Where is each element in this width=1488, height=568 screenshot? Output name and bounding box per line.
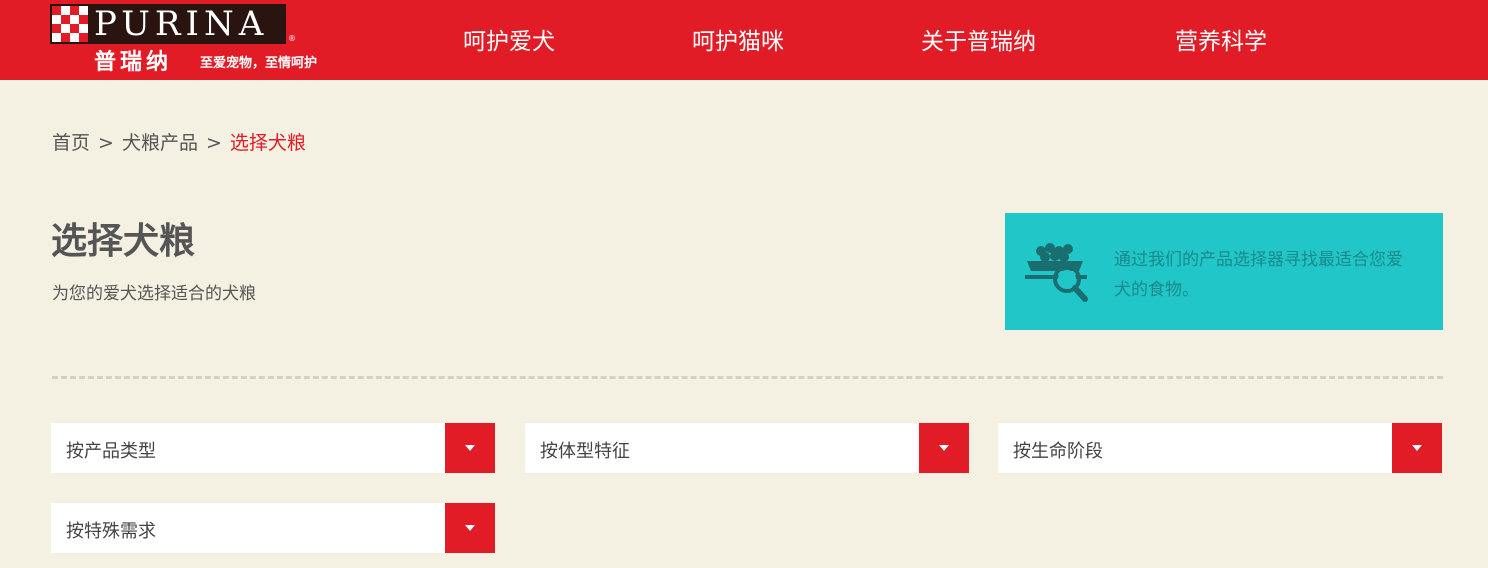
registered-mark: ® bbox=[288, 34, 296, 43]
logo-word: PURINA bbox=[94, 4, 269, 44]
breadcrumb: 首页 > 犬粮产品 > 选择犬粮 bbox=[52, 128, 306, 155]
dropdown-button[interactable] bbox=[445, 503, 495, 553]
breadcrumb-separator: > bbox=[205, 132, 222, 154]
purina-logo[interactable]: PURINA ® 普瑞纳 至爱宠物，至情呵护 bbox=[50, 4, 370, 75]
dropdown-caret-icon bbox=[465, 525, 475, 531]
logo-chinese-name: 普瑞纳 bbox=[94, 50, 173, 75]
nav-cat-care[interactable]: 呵护猫咪 bbox=[692, 22, 784, 56]
product-selector-promo[interactable]: 通过我们的产品选择器寻找最适合您爱犬的食物。 bbox=[1005, 213, 1443, 330]
filter-label: 按生命阶段 bbox=[1013, 441, 1103, 462]
nav-nutrition-science[interactable]: 营养科学 bbox=[1175, 22, 1267, 56]
filter-label: 按特殊需求 bbox=[66, 521, 156, 542]
nav-about-purina[interactable]: 关于普瑞纳 bbox=[921, 22, 1036, 56]
nav-dog-care[interactable]: 呵护爱犬 bbox=[463, 22, 555, 56]
filter-product-type[interactable]: 按产品类型 bbox=[51, 423, 495, 473]
page-subtitle: 为您的爱犬选择适合的犬粮 bbox=[52, 284, 256, 304]
logo-wordmark-bar: PURINA bbox=[50, 4, 286, 44]
dropdown-caret-icon bbox=[939, 445, 949, 451]
breadcrumb-current: 选择犬粮 bbox=[229, 132, 306, 154]
food-bowl-search-icon bbox=[1025, 243, 1088, 302]
dropdown-button[interactable] bbox=[445, 423, 495, 473]
filter-life-stage[interactable]: 按生命阶段 bbox=[998, 423, 1442, 473]
dropdown-caret-icon bbox=[465, 445, 475, 451]
checkerboard-icon bbox=[52, 6, 88, 42]
dropdown-button[interactable] bbox=[1392, 423, 1442, 473]
promo-text: 通过我们的产品选择器寻找最适合您爱犬的食物。 bbox=[1114, 250, 1403, 300]
breadcrumb-dog-food[interactable]: 犬粮产品 bbox=[122, 132, 198, 154]
filter-label: 按体型特征 bbox=[540, 441, 630, 462]
dropdown-button[interactable] bbox=[919, 423, 969, 473]
filter-special-needs[interactable]: 按特殊需求 bbox=[51, 503, 495, 553]
breadcrumb-separator: > bbox=[98, 132, 114, 154]
dropdown-caret-icon bbox=[1412, 445, 1422, 451]
site-header: PURINA ® 普瑞纳 至爱宠物，至情呵护 呵护爱犬 呵护猫咪 关于普瑞纳 营… bbox=[0, 0, 1488, 80]
filter-label: 按产品类型 bbox=[66, 441, 156, 462]
breadcrumb-home[interactable]: 首页 bbox=[52, 132, 90, 154]
filter-body-size[interactable]: 按体型特征 bbox=[525, 423, 969, 473]
section-divider bbox=[52, 376, 1443, 379]
page-title: 选择犬粮 bbox=[51, 221, 196, 262]
logo-slogan: 至爱宠物，至情呵护 bbox=[200, 56, 318, 71]
